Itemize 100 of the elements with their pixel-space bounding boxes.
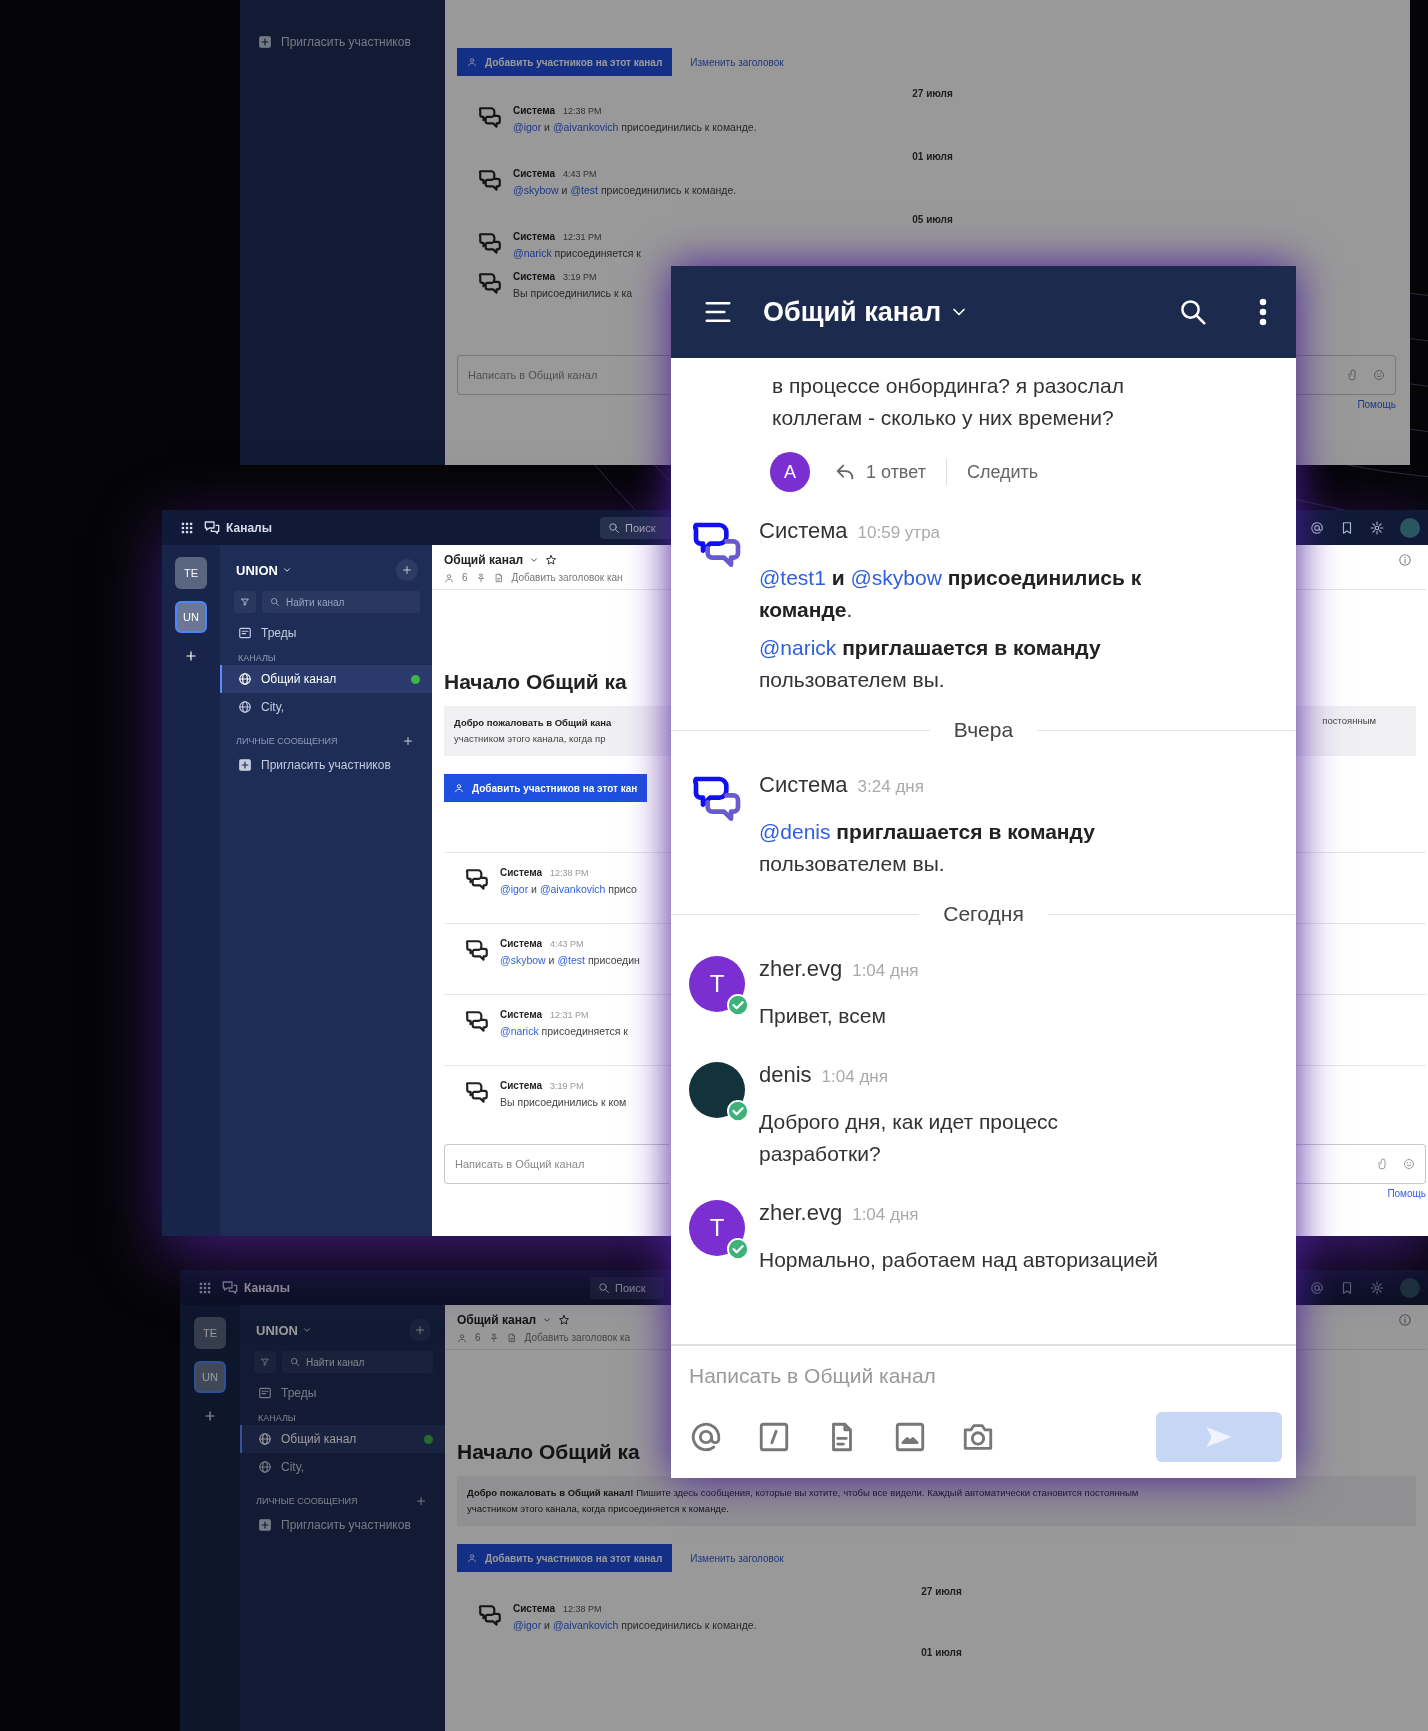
add-button[interactable] xyxy=(409,1319,431,1341)
search-field[interactable]: Поиск xyxy=(590,1276,664,1299)
edit-header-link[interactable]: Изменить заголовок xyxy=(690,1552,784,1564)
team-button[interactable]: ТЕ xyxy=(175,557,207,589)
add-team-icon[interactable] xyxy=(203,1409,217,1423)
add-team-icon[interactable] xyxy=(184,649,198,663)
avatar[interactable] xyxy=(1400,517,1420,538)
team-name[interactable]: UNION xyxy=(256,1322,298,1338)
author-name[interactable]: Система xyxy=(513,1603,556,1614)
star-icon[interactable] xyxy=(545,554,558,566)
timestamp[interactable]: 4:43 PM xyxy=(550,939,584,949)
replies-link[interactable]: 1 ответ xyxy=(834,461,926,483)
at-icon[interactable] xyxy=(1310,520,1324,535)
timestamp[interactable]: 3:19 PM xyxy=(563,272,597,282)
follow-button[interactable]: Следить xyxy=(966,461,1039,483)
author-name[interactable]: Система xyxy=(513,231,556,242)
channel-search-field[interactable]: Найти канал xyxy=(262,591,420,613)
author-name[interactable]: Система xyxy=(513,105,556,116)
paperclip-icon[interactable] xyxy=(1377,1158,1389,1170)
info-icon[interactable] xyxy=(1398,553,1412,567)
add-icon[interactable] xyxy=(402,735,414,747)
mention-link[interactable]: @test1 xyxy=(759,566,826,589)
channel-topic[interactable]: Добавить заголовок ка xyxy=(524,1332,631,1343)
channel-item[interactable]: Общий канал xyxy=(240,1425,445,1453)
add-members-button[interactable]: Добавить участников на этот канал xyxy=(457,1544,673,1572)
search-icon[interactable] xyxy=(1178,297,1208,327)
bookmark-icon[interactable] xyxy=(1340,520,1354,535)
file-icon[interactable] xyxy=(506,1332,517,1343)
sidebar-item[interactable]: Треды xyxy=(220,619,432,647)
add-members-button[interactable]: Добавить участников на этот кан xyxy=(444,774,648,802)
mention-icon[interactable] xyxy=(689,1420,723,1454)
help-link[interactable]: Помощь xyxy=(1357,399,1396,410)
author-name[interactable]: Система xyxy=(500,1080,543,1091)
mention-link[interactable]: @denis xyxy=(759,820,831,843)
message-input[interactable]: Написать в Общий канал xyxy=(457,355,669,395)
add-icon[interactable] xyxy=(415,1495,427,1507)
mention-link[interactable]: @test xyxy=(557,954,585,966)
author-name[interactable]: Система xyxy=(500,938,543,949)
author-name[interactable]: Система xyxy=(513,271,556,282)
invite-item[interactable]: Пригласить участников xyxy=(240,1511,445,1539)
invite-item[interactable]: Пригласить участников xyxy=(220,751,432,779)
channel-topic[interactable]: Добавить заголовок кан xyxy=(511,572,623,583)
channel-search-field[interactable]: Найти канал xyxy=(282,1351,433,1373)
mention-link[interactable]: @aivankovich xyxy=(552,1619,619,1631)
author-name[interactable]: Система xyxy=(513,168,556,179)
channel-item[interactable]: Общий канал xyxy=(220,665,432,693)
edit-header-link[interactable]: Изменить заголовок xyxy=(690,56,784,68)
channel-title[interactable]: Общий канал xyxy=(457,1313,537,1327)
sidebar-item[interactable]: Треды xyxy=(240,1379,445,1407)
channel-title[interactable]: Общий канал xyxy=(763,296,942,328)
emoji-icon[interactable] xyxy=(1373,369,1385,381)
author-name[interactable]: Система xyxy=(759,772,848,798)
filter-button[interactable] xyxy=(234,591,256,613)
avatar[interactable]: T xyxy=(689,1200,745,1256)
team-button[interactable]: ТЕ xyxy=(194,1317,226,1349)
message-input[interactable]: Написать в Общий канал xyxy=(444,1144,669,1184)
mention-link[interactable]: @narick xyxy=(500,1025,539,1037)
add-members-button[interactable]: Добавить участников на этот канал xyxy=(457,48,673,76)
author-name[interactable]: Система xyxy=(500,867,543,878)
author-name[interactable]: denis xyxy=(759,1062,812,1088)
author-name[interactable]: Система xyxy=(500,1009,543,1020)
team-button[interactable]: UN xyxy=(194,1361,226,1393)
mention-link[interactable]: @igor xyxy=(500,883,529,895)
file-icon[interactable] xyxy=(493,572,504,583)
help-link[interactable]: Помощь xyxy=(1387,1188,1426,1199)
invite-item[interactable]: Пригласить участников xyxy=(240,28,445,56)
star-icon[interactable] xyxy=(558,1314,571,1326)
settings-icon[interactable] xyxy=(1370,520,1384,535)
mention-link[interactable]: @narick xyxy=(513,247,552,259)
filter-button[interactable] xyxy=(254,1351,276,1373)
channel-item[interactable]: City, xyxy=(220,693,432,721)
timestamp[interactable]: 3:19 PM xyxy=(550,1081,584,1091)
author-name[interactable]: zher.evg xyxy=(759,1200,843,1226)
avatar[interactable]: T xyxy=(689,956,745,1012)
channel-item[interactable]: City, xyxy=(240,1453,445,1481)
section-heading[interactable]: КАНАЛЫ xyxy=(220,647,432,665)
info-icon[interactable] xyxy=(1398,1313,1412,1327)
message-input[interactable]: Написать в Общий канал xyxy=(689,1364,1282,1412)
section-heading[interactable]: ЛИЧНЫЕ СООБЩЕНИЯ xyxy=(220,736,338,746)
team-name[interactable]: UNION xyxy=(236,562,278,578)
timestamp[interactable]: 12:38 PM xyxy=(563,106,602,116)
timestamp[interactable]: 12:31 PM xyxy=(550,1010,589,1020)
mention-link[interactable]: @aivankovich xyxy=(552,121,619,133)
avatar[interactable]: A xyxy=(770,452,810,492)
section-heading[interactable]: КАНАЛЫ xyxy=(240,1407,445,1425)
mention-link[interactable]: @narick xyxy=(759,636,837,659)
member-count[interactable]: 6 xyxy=(462,572,468,583)
author-name[interactable]: zher.evg xyxy=(759,956,843,982)
search-field[interactable]: Поиск xyxy=(600,516,674,539)
pin-icon[interactable] xyxy=(475,572,486,583)
add-button[interactable] xyxy=(396,559,418,581)
slash-command-icon[interactable] xyxy=(757,1420,791,1454)
mention-link[interactable]: @skybow xyxy=(850,566,942,589)
channel-title[interactable]: Общий канал xyxy=(444,553,524,567)
member-count[interactable]: 6 xyxy=(475,1332,481,1343)
section-heading[interactable]: ЛИЧНЫЕ СООБЩЕНИЯ xyxy=(240,1496,358,1506)
timestamp[interactable]: 4:43 PM xyxy=(563,169,597,179)
mention-link[interactable]: @igor xyxy=(513,1619,542,1631)
pin-icon[interactable] xyxy=(488,1332,499,1343)
mention-link[interactable]: @skybow xyxy=(500,954,546,966)
